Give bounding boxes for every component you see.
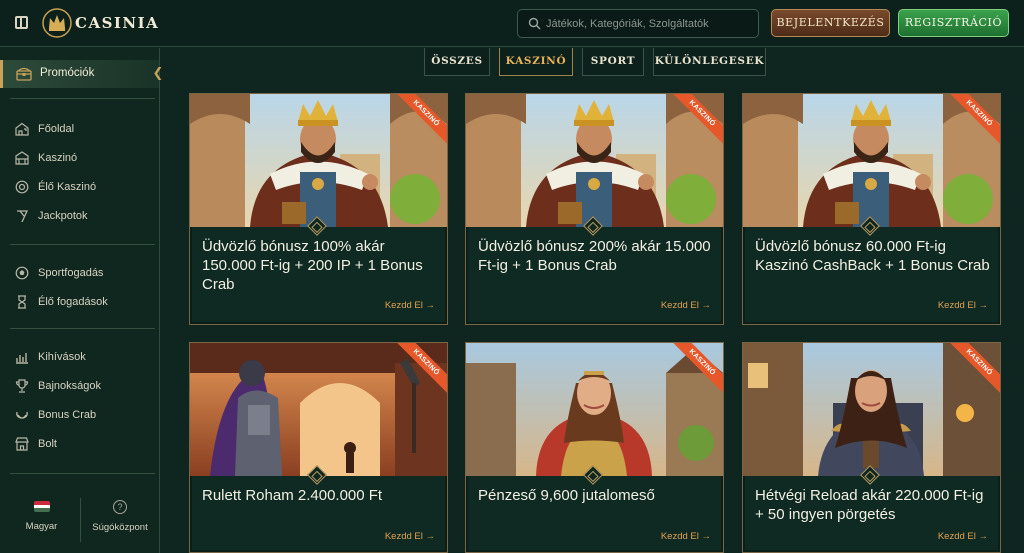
- start-link[interactable]: Kezdd El →: [661, 531, 711, 542]
- promo-card[interactable]: KASZINÓ Hétvégi Reload akár 220.000 Ft-i…: [742, 342, 1001, 553]
- promo-title: Hétvégi Reload akár 220.000 Ft-ig + 50 i…: [755, 487, 984, 523]
- start-link[interactable]: Kezdd El →: [385, 531, 435, 542]
- promo-image-king: [466, 94, 723, 227]
- sidebar-item-promotions[interactable]: Promóciók ❮: [0, 60, 163, 88]
- sidebar-item-home[interactable]: Főoldal: [0, 118, 159, 142]
- chest-icon: [16, 67, 32, 81]
- search-box[interactable]: [517, 9, 759, 38]
- sidebar-item-tournaments[interactable]: Bajnokságok: [0, 375, 159, 399]
- promo-card[interactable]: KASZINÓ Pénzeső 9,600 jutalomeső Kezdd E…: [465, 342, 724, 553]
- promo-title: Üdvözlő bónusz 60.000 Ft-ig Kaszinó Cash…: [755, 238, 990, 274]
- sidebar-item-casino[interactable]: Kaszinó: [0, 147, 159, 171]
- tab-specials[interactable]: KÜLÖNLEGESEK: [653, 48, 766, 76]
- sidebar-item-shop[interactable]: Bolt: [0, 433, 159, 457]
- sidebar-item-label: Jackpotok: [38, 210, 88, 222]
- sidebar-divider: [10, 473, 155, 474]
- promo-title: Rulett Roham 2.400.000 Ft: [202, 487, 383, 504]
- casino-icon: [15, 151, 29, 165]
- search-input[interactable]: [546, 14, 751, 34]
- sidebar-divider: [10, 328, 155, 329]
- sidebar-divider: [10, 98, 155, 99]
- sidebar-item-jackpots[interactable]: Jackpotok: [0, 205, 159, 229]
- sidebar-item-bonus-crab[interactable]: Bonus Crab: [0, 404, 159, 428]
- promo-card[interactable]: KASZINÓ Üdvözlő bónusz 100% akár 150.000…: [189, 93, 448, 325]
- sidebar-item-label: Élő fogadások: [38, 296, 108, 308]
- tab-all[interactable]: ÖSSZES: [424, 48, 490, 76]
- sidebar-item-label: Promóciók: [40, 67, 95, 79]
- sidebar-footer: Magyar ? Súgóközpont: [0, 488, 159, 553]
- sidebar-item-label: Főoldal: [38, 123, 75, 135]
- language-label: Magyar: [25, 521, 58, 532]
- help-label: Súgóközpont: [92, 522, 148, 533]
- live-betting-icon: [18, 295, 26, 309]
- footer-divider: [80, 498, 81, 542]
- home-icon: [15, 122, 29, 136]
- hungary-flag-icon: [33, 501, 50, 512]
- sidebar-item-challenges[interactable]: Kihívások: [0, 346, 159, 370]
- trophy-icon: [15, 379, 29, 393]
- sidebar-item-label: Sportfogadás: [38, 267, 104, 279]
- promo-image-king: [743, 94, 1000, 227]
- brand-name[interactable]: CASINIA: [75, 14, 159, 32]
- sidebar-item-label: Kaszinó: [38, 152, 78, 164]
- promo-image-rogue-woman: [743, 343, 1000, 476]
- language-selector[interactable]: Magyar: [14, 498, 69, 532]
- sidebar-item-label: Bolt: [38, 438, 57, 450]
- promo-card[interactable]: KASZINÓ Rulett Roham 2.400.000 Ft Kezdd …: [189, 342, 448, 553]
- start-link[interactable]: Kezdd El →: [938, 300, 988, 311]
- soccer-ball-icon: [15, 266, 29, 280]
- register-button[interactable]: REGISZTRÁCIÓ: [898, 9, 1009, 37]
- challenges-icon: [16, 353, 28, 364]
- promo-title: Üdvözlő bónusz 200% akár 15.000 Ft-ig + …: [478, 238, 711, 274]
- tab-sport[interactable]: SPORT: [582, 48, 644, 76]
- crab-icon: [16, 411, 28, 419]
- promo-image-warrior-woman: [466, 343, 723, 476]
- tab-casino[interactable]: KASZINÓ: [499, 48, 573, 76]
- sidebar-toggle-icon[interactable]: [15, 16, 28, 29]
- promo-image-knight: [190, 343, 447, 476]
- login-button[interactable]: BEJELENTKEZÉS: [771, 9, 890, 37]
- sidebar-divider: [10, 244, 155, 245]
- promo-title: Pénzeső 9,600 jutalomeső: [478, 487, 655, 504]
- sidebar-item-live-casino[interactable]: Élő Kaszinó: [0, 176, 159, 200]
- help-center-link[interactable]: ? Súgóközpont: [88, 500, 152, 533]
- promo-image-king: [190, 94, 447, 227]
- promo-title: Üdvözlő bónusz 100% akár 150.000 Ft-ig +…: [202, 238, 423, 293]
- sidebar-item-label: Élő Kaszinó: [38, 181, 97, 193]
- start-link[interactable]: Kezdd El →: [661, 300, 711, 311]
- sidebar-item-label: Bonus Crab: [38, 409, 97, 421]
- sidebar-item-label: Kihívások: [38, 351, 86, 363]
- promo-card[interactable]: KASZINÓ Üdvözlő bónusz 200% akár 15.000 …: [465, 93, 724, 325]
- sidebar-item-label: Bajnokságok: [38, 380, 101, 392]
- shop-icon: [15, 437, 29, 451]
- jackpot-icon: [17, 210, 29, 223]
- sidebar-item-live-betting[interactable]: Élő fogadások: [0, 291, 159, 315]
- sidebar-item-sports-betting[interactable]: Sportfogadás: [0, 262, 159, 286]
- crown-logo-icon[interactable]: [42, 8, 72, 38]
- chevron-left-icon[interactable]: ❮: [151, 66, 165, 80]
- question-icon: ?: [113, 500, 127, 514]
- search-icon: [528, 17, 541, 30]
- promo-card[interactable]: KASZINÓ Üdvözlő bónusz 60.000 Ft-ig Kasz…: [742, 93, 1001, 325]
- top-bar: CASINIA BEJELENTKEZÉS REGISZTRÁCIÓ: [0, 0, 1024, 47]
- start-link[interactable]: Kezdd El →: [385, 300, 435, 311]
- live-casino-icon: [15, 180, 29, 194]
- sidebar: Promóciók ❮ Főoldal Kaszinó Élő Kaszinó …: [0, 48, 163, 553]
- start-link[interactable]: Kezdd El →: [938, 531, 988, 542]
